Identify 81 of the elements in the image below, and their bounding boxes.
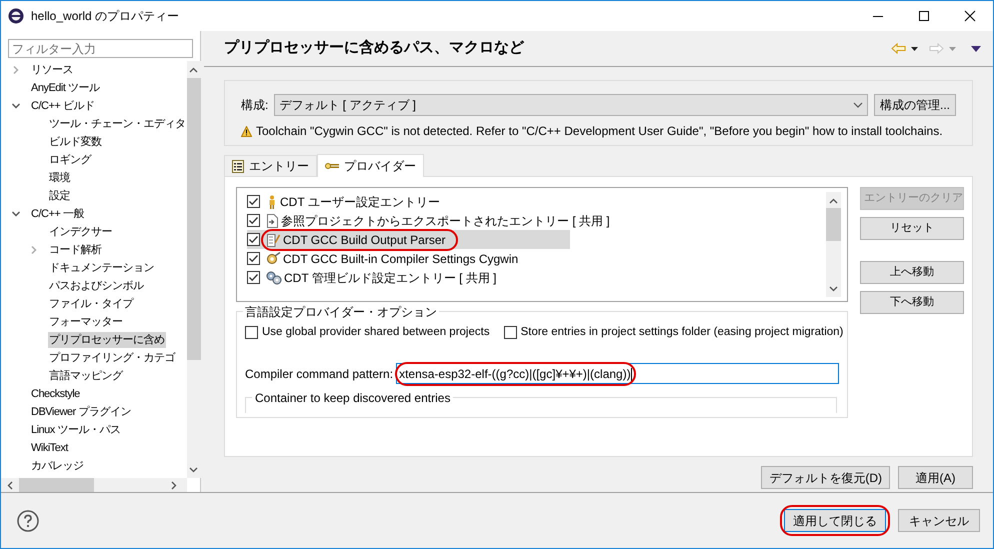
tree-item[interactable]: インデクサー <box>48 224 113 240</box>
tree-item[interactable]: フォーマッター <box>48 314 124 330</box>
checkbox[interactable] <box>247 195 260 208</box>
tree-item[interactable]: AnyEdit ツール <box>30 80 100 96</box>
scroll-thumb[interactable] <box>186 78 200 360</box>
dropdown-chevron-icon[interactable] <box>852 102 863 108</box>
tree-item[interactable]: コード解析 <box>48 242 102 258</box>
warning-message: Toolchain "Cygwin GCC" is not detected. Refer to "C/C++ Development User Guide", "Before you begin" how to install toolchains. <box>256 123 943 140</box>
scroll-down-icon[interactable] <box>189 467 198 473</box>
tree-item[interactable]: DBViewer プラグイン <box>30 404 132 420</box>
tree-item[interactable]: 環境 <box>48 170 71 186</box>
checkbox-label[interactable]: Use global provider shared between projects <box>262 324 490 342</box>
tree-item[interactable]: ファイル・タイプ <box>48 296 134 312</box>
pattern-field[interactable]: xtensa-esp32-elf-((g?cc)|([gc]¥+¥+)|(clang)) <box>396 363 839 384</box>
scroll-thumb[interactable] <box>19 478 94 492</box>
tree-item[interactable]: プリプロセッサーに含め <box>48 332 166 348</box>
page-button[interactable]: デフォルトを復元(D) <box>761 466 890 489</box>
tree-item[interactable]: Checkstyle <box>30 386 81 402</box>
tree-item[interactable]: 言語マッピング <box>48 368 124 384</box>
app-icon <box>8 8 24 24</box>
checkbox[interactable] <box>247 271 260 284</box>
tab[interactable]: プロバイダー <box>317 154 424 177</box>
scrollbar[interactable] <box>1 478 187 492</box>
scroll-down-icon[interactable] <box>829 286 838 292</box>
scroll-thumb[interactable] <box>826 208 841 241</box>
dialog-button[interactable]: 適用して閉じる <box>784 509 886 532</box>
dropdown-icon[interactable] <box>911 46 918 50</box>
list-icon <box>232 160 244 172</box>
plug-icon <box>325 162 339 170</box>
tree-item[interactable]: 設定 <box>48 188 71 204</box>
help-icon[interactable] <box>17 510 39 532</box>
configuration-label: 構成: <box>241 97 268 114</box>
tree-item[interactable]: カバレッジ <box>30 458 84 474</box>
collapse-chevron-icon[interactable] <box>11 101 21 111</box>
provider-row[interactable]: CDT GCC Build Output Parser <box>247 230 570 249</box>
manage-configurations-button[interactable]: 構成の管理... <box>874 94 956 116</box>
provider-button[interactable]: 上へ移動 <box>860 261 964 284</box>
view-menu-icon[interactable] <box>971 46 981 52</box>
checkbox[interactable] <box>247 233 260 246</box>
tree-item[interactable]: ツール・チェーン・エディタ <box>48 116 186 132</box>
scrollbar[interactable] <box>186 61 200 478</box>
checkbox[interactable] <box>245 326 258 340</box>
checkbox[interactable] <box>247 214 260 227</box>
gear-magnifier-icon <box>266 252 281 266</box>
tree-item[interactable]: プロファイリング・カテゴ <box>48 350 176 366</box>
page-button[interactable]: 適用(A) <box>898 466 973 489</box>
tree-item[interactable]: リソース <box>30 62 74 78</box>
filter-field[interactable]: フィルター入力 <box>8 39 193 58</box>
gears-icon <box>266 270 282 284</box>
scroll-right-icon[interactable] <box>171 480 177 490</box>
collapse-chevron-icon[interactable] <box>11 209 21 219</box>
scroll-left-icon[interactable] <box>7 480 13 490</box>
provider-row[interactable]: CDT ユーザー設定エントリー <box>247 192 570 211</box>
tree-item[interactable]: ドキュメンテーション <box>48 260 155 276</box>
provider-button[interactable]: 下へ移動 <box>860 291 964 314</box>
configuration-dropdown[interactable]: デフォルト [ アクティブ ] <box>274 94 868 116</box>
scrollbar[interactable] <box>826 192 841 297</box>
tree-item[interactable]: ビルド変数 <box>48 134 102 150</box>
tree-item[interactable]: ロギング <box>48 152 92 168</box>
provider-button[interactable]: リセット <box>860 217 964 240</box>
page-title: プリプロセッサーに含めるパス、マクロなど <box>224 38 524 58</box>
window-title: hello_world のプロパティー <box>31 8 180 25</box>
tree-item[interactable]: Linux ツール・パス <box>30 422 122 438</box>
provider-row[interactable]: CDT 管理ビルド設定エントリー [ 共用 ] <box>247 268 570 287</box>
tree-item[interactable]: WikiText <box>30 440 69 456</box>
tree-item[interactable]: パスおよびシンボル <box>48 278 144 294</box>
checkbox[interactable] <box>247 252 260 265</box>
document-pencil-icon <box>266 232 281 246</box>
scroll-up-icon[interactable] <box>189 67 198 73</box>
checkbox[interactable] <box>504 326 517 340</box>
group-title: 言語設定プロバイダー・オプション <box>243 303 439 321</box>
tree-item[interactable]: C/C++ ビルド <box>30 98 96 114</box>
warning-icon <box>241 126 252 136</box>
provider-row[interactable]: 参照プロジェクトからエクスポートされたエントリー [ 共用 ] <box>247 211 614 230</box>
provider-row[interactable]: CDT GCC Built-in Compiler Settings Cygwin <box>247 249 570 268</box>
checkbox-label[interactable]: Store entries in project settings folder (easing project migration) <box>520 324 844 342</box>
scroll-up-icon[interactable] <box>829 198 838 204</box>
dialog-button[interactable]: キャンセル <box>898 509 980 532</box>
pattern-label: Compiler command pattern: <box>245 366 394 383</box>
document-arrow-icon <box>266 214 279 228</box>
tree-item[interactable]: C/C++ 一般 <box>30 206 85 222</box>
